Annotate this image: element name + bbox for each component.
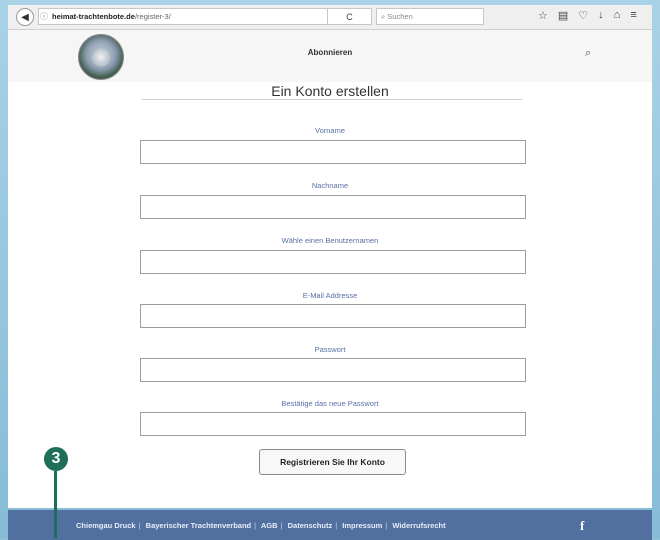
menu-icon[interactable]: ≡ [630,9,636,22]
browser-toolbar: ◀ ⓘ heimat-trachtenbote.de /register-3/ … [8,5,652,30]
footer-link-datenschutz[interactable]: Datenschutz [288,521,333,530]
title-divider [142,99,522,100]
search-icon[interactable]: ⌕ [585,47,599,61]
footer-link-trachtenverband[interactable]: Bayerischer Trachtenverband [146,521,251,530]
site-footer: Chiemgau Druck | Bayerischer Trachtenverb… [8,510,652,540]
first-name-label: Vorname [314,126,346,135]
home-icon[interactable]: ⌂ [614,9,621,22]
info-icon[interactable]: ⓘ [39,11,49,22]
password-input[interactable] [140,358,526,382]
footer-links: Chiemgau Druck | Bayerischer Trachtenverb… [76,521,446,530]
facebook-icon[interactable]: f [580,518,584,534]
last-name-label: Nachname [311,181,349,190]
footer-link-agb[interactable]: AGB [261,521,278,530]
username-label: Wähle einen Benutzernamen [281,236,379,245]
nav-abonnieren-link[interactable]: Abonnieren [8,48,652,57]
password-label: Passwort [314,345,346,354]
toolbar-icons: ☆ ▤ ♡ ↓ ⌂ ≡ [538,9,637,22]
url-path: /register-3/ [134,12,171,21]
confirm-password-label: Bestätige das neue Passwort [281,399,379,408]
reload-icon[interactable]: C [328,8,372,25]
url-bar[interactable]: ⓘ heimat-trachtenbote.de /register-3/ [38,8,328,25]
page-title: Ein Konto erstellen [271,83,389,99]
footer-link-chiemgau-druck[interactable]: Chiemgau Druck [76,521,136,530]
site-header: Abonnieren ⌕ [8,30,652,82]
first-name-input[interactable] [140,140,526,164]
reading-list-icon[interactable]: ▤ [558,9,568,22]
search-placeholder: Suchen [387,12,413,21]
confirm-password-input[interactable] [140,412,526,436]
footer-link-widerrufsrecht[interactable]: Widerrufsrecht [392,521,445,530]
site-logo[interactable] [78,34,124,80]
email-input[interactable] [140,304,526,328]
last-name-input[interactable] [140,195,526,219]
back-button-icon[interactable]: ◀ [16,8,34,26]
callout-badge: 3 [44,447,68,471]
url-host: heimat-trachtenbote.de [52,12,135,21]
pocket-icon[interactable]: ♡ [578,9,588,22]
download-icon[interactable]: ↓ [598,9,604,22]
web-page: Abonnieren ⌕ Ein Konto erstellen Vorname… [8,30,652,540]
browser-search-input[interactable]: ⌕ Suchen [376,8,484,25]
callout-line [54,471,57,538]
username-input[interactable] [140,250,526,274]
register-button[interactable]: Registrieren Sie Ihr Konto [259,449,406,475]
email-label: E-Mail Addresse [302,291,358,300]
bookmark-star-icon[interactable]: ☆ [538,9,548,22]
footer-link-impressum[interactable]: Impressum [342,521,382,530]
